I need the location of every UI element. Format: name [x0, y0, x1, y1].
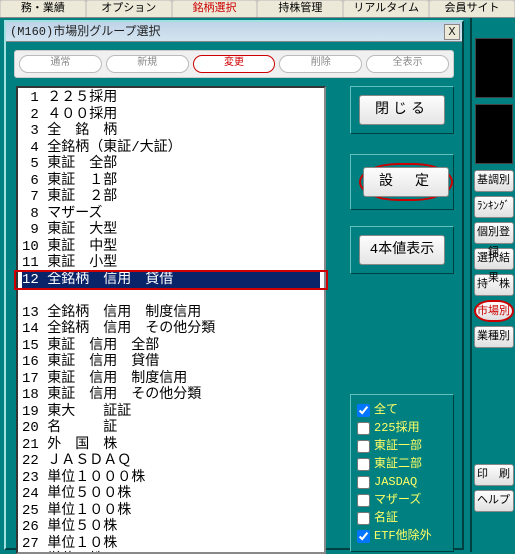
- filter-checkbox[interactable]: 名証: [357, 509, 447, 527]
- side-black-panel-top: [475, 38, 513, 98]
- side-black-panel-bottom: [475, 104, 513, 164]
- set-button-highlight: 設 定: [359, 163, 453, 201]
- mode-pill[interactable]: 新規: [106, 55, 189, 73]
- filter-checkbox[interactable]: ETF他除外: [357, 527, 447, 545]
- list-item[interactable]: 12 全銘柄 信用 貸借: [22, 272, 320, 289]
- checkbox-label: 名証: [374, 509, 398, 527]
- list-item[interactable]: 25 単位１００株: [22, 503, 131, 519]
- checkbox-input[interactable]: [357, 512, 370, 525]
- main-panel: (M160)市場別グループ選択 X 通常新規変更削除全表示 1 ２２５採用 2 …: [0, 18, 470, 552]
- group-select-dialog: (M160)市場別グループ選択 X 通常新規変更削除全表示 1 ２２５採用 2 …: [4, 20, 464, 550]
- list-item[interactable]: 18 東証 信用 その他分類: [22, 387, 201, 403]
- set-button-box: 設 定: [350, 154, 454, 210]
- checkbox-label: 全て: [374, 401, 398, 419]
- top-tab[interactable]: リアルタイム: [343, 0, 429, 17]
- dialog-body: 通常新規変更削除全表示 1 ２２５採用 2 ４００採用 3 全 銘 柄 4 全銘…: [6, 42, 462, 540]
- side-button[interactable]: 市場別: [474, 300, 514, 322]
- list-item[interactable]: 5 東証 全部: [22, 156, 117, 172]
- checkbox-input[interactable]: [357, 404, 370, 417]
- side-button[interactable]: 業種別: [474, 326, 514, 348]
- top-tab[interactable]: 銘柄選択: [172, 0, 258, 17]
- filter-checkbox[interactable]: 東証二部: [357, 455, 447, 473]
- checkbox-label: 225採用: [374, 419, 420, 437]
- side-button[interactable]: 印 刷: [474, 464, 514, 486]
- side-button[interactable]: ﾗﾝｷﾝｸﾞ: [474, 196, 514, 218]
- checkbox-input[interactable]: [357, 494, 370, 507]
- top-tab[interactable]: オプション: [86, 0, 172, 17]
- top-tab[interactable]: 会員サイト: [429, 0, 515, 17]
- checkbox-label: JASDAQ: [374, 473, 417, 491]
- checkbox-input[interactable]: [357, 440, 370, 453]
- list-item[interactable]: 2 ４００採用: [22, 107, 117, 123]
- list-item[interactable]: 13 全銘柄 信用 制度信用: [22, 305, 201, 321]
- side-button-column: 基調別 ﾗﾝｷﾝｸﾞ 個別登録選択結果持 株市場別業種別印 刷ヘルプ: [470, 18, 515, 552]
- list-item[interactable]: 23 単位１０００株: [22, 470, 145, 486]
- top-tab[interactable]: 務・業績: [0, 0, 86, 17]
- list-item[interactable]: 22 ＪＡＳＤＡＱ: [22, 453, 131, 469]
- mode-pill[interactable]: 通常: [19, 55, 102, 73]
- list-item[interactable]: 14 全銘柄 信用 その他分類: [22, 321, 215, 337]
- mode-pill[interactable]: 変更: [193, 55, 276, 73]
- list-item[interactable]: 9 東証 大型: [22, 222, 117, 238]
- mode-pill[interactable]: 全表示: [366, 55, 449, 73]
- list-item[interactable]: 3 全 銘 柄: [22, 123, 117, 139]
- filter-checkbox[interactable]: JASDAQ: [357, 473, 447, 491]
- set-button[interactable]: 設 定: [363, 167, 449, 197]
- checkbox-label: 東証二部: [374, 455, 422, 473]
- list-item[interactable]: 21 外 国 株: [22, 437, 117, 453]
- close-button-box: 閉じる: [350, 86, 454, 134]
- side-button[interactable]: 持 株: [474, 274, 514, 296]
- list-item[interactable]: 26 単位５０株: [22, 519, 117, 535]
- list-item[interactable]: 17 東証 信用 制度信用: [22, 371, 187, 387]
- list-item[interactable]: 20 名 証: [22, 420, 117, 436]
- list-item[interactable]: 6 東証 １部: [22, 173, 117, 189]
- checkbox-input[interactable]: [357, 422, 370, 435]
- checkbox-input[interactable]: [357, 530, 370, 543]
- list-item[interactable]: 10 東証 中型: [22, 239, 117, 255]
- list-inner: 1 ２２５採用 2 ４００採用 3 全 銘 柄 4 全銘柄（東証/大証） 5 東…: [18, 88, 324, 554]
- list-item[interactable]: 16 東証 信用 貸借: [22, 354, 159, 370]
- close-icon[interactable]: X: [444, 24, 460, 40]
- list-item[interactable]: 4 全銘柄（東証/大証）: [22, 140, 182, 156]
- checkbox-input[interactable]: [357, 458, 370, 471]
- list-item[interactable]: 11 東証 小型: [22, 255, 117, 271]
- mode-pill[interactable]: 削除: [279, 55, 362, 73]
- filter-checkbox[interactable]: マザーズ: [357, 491, 447, 509]
- list-item[interactable]: 1 ２２５採用: [22, 90, 117, 106]
- side-button[interactable]: 基調別: [474, 170, 514, 192]
- filter-checkbox[interactable]: 東証一部: [357, 437, 447, 455]
- checkbox-label: ETF他除外: [374, 527, 432, 545]
- dialog-titlebar: (M160)市場別グループ選択 X: [6, 22, 462, 42]
- checkbox-label: 東証一部: [374, 437, 422, 455]
- top-tab-strip: 務・業績オプション銘柄選択持株管理リアルタイム会員サイト: [0, 0, 515, 18]
- list-item[interactable]: 24 単位５００株: [22, 486, 131, 502]
- four-values-box: 4本値表示: [350, 226, 454, 274]
- list-item[interactable]: 7 東証 ２部: [22, 189, 117, 205]
- side-button[interactable]: 個別登録: [474, 222, 514, 244]
- mode-pill-row: 通常新規変更削除全表示: [14, 50, 454, 78]
- filter-checkbox[interactable]: 全て: [357, 401, 447, 419]
- checkbox-input[interactable]: [357, 476, 370, 489]
- list-item[interactable]: 19 東大 証証: [22, 404, 131, 420]
- market-group-listbox[interactable]: 1 ２２５採用 2 ４００採用 3 全 銘 柄 4 全銘柄（東証/大証） 5 東…: [16, 86, 326, 554]
- checkbox-label: マザーズ: [374, 491, 421, 509]
- top-tab[interactable]: 持株管理: [257, 0, 343, 17]
- filter-checkbox-panel: 全て225採用東証一部東証二部JASDAQマザーズ名証ETF他除外: [350, 394, 454, 552]
- list-item[interactable]: 8 マザーズ: [22, 206, 103, 222]
- close-button[interactable]: 閉じる: [359, 95, 445, 125]
- side-button[interactable]: 選択結果: [474, 248, 514, 270]
- dialog-title: (M160)市場別グループ選択: [10, 25, 161, 39]
- side-button[interactable]: ヘルプ: [474, 490, 514, 512]
- four-values-button[interactable]: 4本値表示: [359, 235, 445, 265]
- filter-checkbox[interactable]: 225採用: [357, 419, 447, 437]
- list-item[interactable]: 27 単位１０株: [22, 536, 117, 552]
- list-item[interactable]: 15 東証 信用 全部: [22, 338, 159, 354]
